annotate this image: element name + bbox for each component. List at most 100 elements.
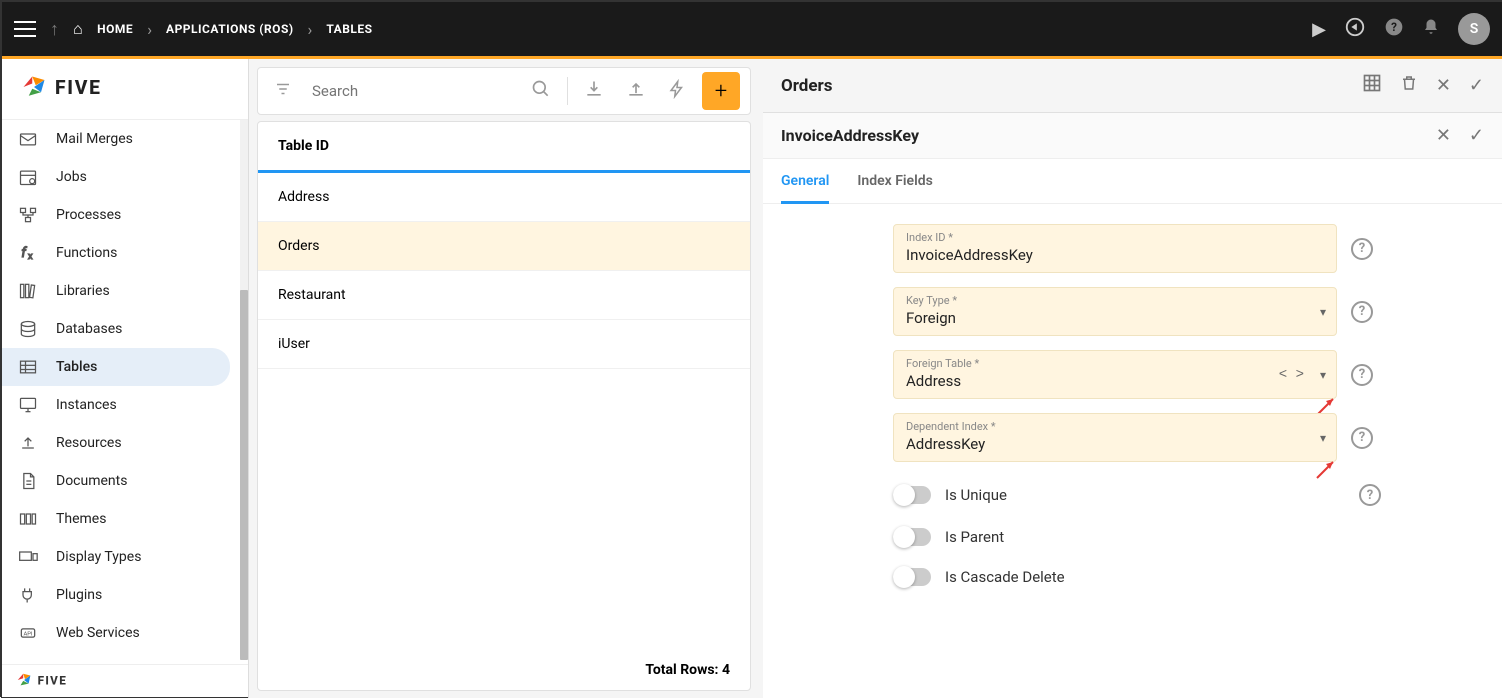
sidebar: FIVE Mail MergesJobsProcessesfxFunctions… xyxy=(2,59,249,698)
search-bar: + xyxy=(257,67,751,115)
sidebar-item-label: Plugins xyxy=(56,587,102,603)
table-row[interactable]: Orders xyxy=(258,222,750,271)
sidebar-item-jobs[interactable]: Jobs xyxy=(2,158,248,196)
field-value: InvoiceAddressKey xyxy=(906,246,1324,264)
filter-icon[interactable] xyxy=(268,80,298,102)
close-icon[interactable]: ✕ xyxy=(1436,125,1451,146)
export-icon[interactable] xyxy=(620,79,652,103)
users-icon xyxy=(14,660,42,664)
breadcrumb-tables[interactable]: TABLES xyxy=(326,22,372,36)
field-key-type-[interactable]: Key Type *Foreign▾ xyxy=(893,287,1337,336)
sidebar-item-label: Themes xyxy=(56,511,106,527)
help-icon[interactable]: ? xyxy=(1359,484,1381,506)
deploy-icon[interactable] xyxy=(1344,16,1366,43)
sub-title: InvoiceAddressKey xyxy=(781,126,919,145)
form-row: Foreign Table *Address< >▾? xyxy=(893,350,1484,399)
sidebar-item-roles[interactable]: Roles xyxy=(2,652,248,664)
table-row[interactable]: Address xyxy=(258,173,750,222)
table-row[interactable]: iUser xyxy=(258,320,750,369)
menu-icon[interactable] xyxy=(14,21,36,37)
toggle-label: Is Cascade Delete xyxy=(945,568,1345,586)
search-input[interactable] xyxy=(308,74,515,108)
five-logo-icon: FIVE xyxy=(20,73,178,101)
sidebar-item-documents[interactable]: Documents xyxy=(2,462,248,500)
check-icon[interactable]: ✓ xyxy=(1469,75,1484,96)
lightning-icon[interactable] xyxy=(662,79,692,103)
db-icon xyxy=(14,318,42,340)
table-row[interactable]: Restaurant xyxy=(258,271,750,320)
scrollbar[interactable] xyxy=(240,120,248,660)
help-icon[interactable]: ? xyxy=(1384,17,1404,42)
sidebar-item-mail-merges[interactable]: Mail Merges xyxy=(2,120,248,158)
toggle-is-unique[interactable] xyxy=(893,486,931,504)
help-icon[interactable]: ? xyxy=(1351,301,1373,323)
breadcrumb-label: APPLICATIONS (ROS) xyxy=(166,22,294,36)
api-icon: API xyxy=(14,622,42,644)
sidebar-item-resources[interactable]: Resources xyxy=(2,424,248,462)
table-footer: Total Rows: 4 xyxy=(258,650,750,690)
avatar[interactable]: S xyxy=(1458,13,1490,45)
breadcrumb-apps[interactable]: APPLICATIONS (ROS) xyxy=(166,22,294,36)
sidebar-item-plugins[interactable]: Plugins xyxy=(2,576,248,614)
svg-text:f: f xyxy=(21,246,27,261)
table-header[interactable]: Table ID xyxy=(258,122,750,173)
sidebar-item-tables[interactable]: Tables xyxy=(2,348,230,386)
toggle-row: Is Unique? xyxy=(893,484,1484,506)
chevron-down-icon[interactable]: ▾ xyxy=(1320,431,1326,445)
detail-title: Orders xyxy=(781,76,833,96)
tab-index-fields[interactable]: Index Fields xyxy=(857,159,932,203)
check-icon[interactable]: ✓ xyxy=(1469,125,1484,146)
toggle-is-cascade-delete[interactable] xyxy=(893,568,931,586)
palette-icon xyxy=(14,508,42,530)
sidebar-item-themes[interactable]: Themes xyxy=(2,500,248,538)
field-value: AddressKey xyxy=(906,435,1324,453)
breadcrumb-label: TABLES xyxy=(326,22,372,36)
import-icon[interactable] xyxy=(578,79,610,103)
scrollbar-thumb[interactable] xyxy=(240,290,248,660)
mail-icon xyxy=(14,128,42,150)
trash-icon[interactable] xyxy=(1400,73,1418,98)
help-icon[interactable]: ? xyxy=(1351,364,1373,386)
play-icon[interactable]: ▶ xyxy=(1312,19,1326,40)
help-icon[interactable]: ? xyxy=(1351,238,1373,260)
list-panel: + Table ID AddressOrdersRestaurantiUser … xyxy=(249,59,759,698)
svg-text:API: API xyxy=(23,632,32,638)
breadcrumb-home[interactable]: ⌂ HOME xyxy=(73,19,133,39)
toggle-is-parent[interactable] xyxy=(893,528,931,546)
svg-text:x: x xyxy=(28,252,33,262)
add-button[interactable]: + xyxy=(702,72,740,110)
toggle-label: Is Parent xyxy=(945,528,1345,546)
grid-icon[interactable] xyxy=(1362,73,1382,98)
code-icon[interactable]: < > xyxy=(1279,367,1304,383)
divider xyxy=(567,77,568,105)
close-icon[interactable]: ✕ xyxy=(1436,75,1451,96)
field-index-id-[interactable]: Index ID *InvoiceAddressKey xyxy=(893,224,1337,273)
chevron-down-icon[interactable]: ▾ xyxy=(1320,305,1326,319)
svg-text:FIVE: FIVE xyxy=(38,674,68,688)
sidebar-item-functions[interactable]: fxFunctions xyxy=(2,234,248,272)
chevron-right-icon: › xyxy=(147,20,152,39)
up-arrow-icon[interactable]: ↑ xyxy=(50,19,59,40)
tab-general[interactable]: General xyxy=(781,159,829,203)
bell-icon[interactable] xyxy=(1422,18,1440,41)
field-foreign-table-[interactable]: Foreign Table *Address< >▾ xyxy=(893,350,1337,399)
sidebar-item-databases[interactable]: Databases xyxy=(2,310,248,348)
toggle-row: Is Parent xyxy=(893,528,1484,546)
chevron-down-icon[interactable]: ▾ xyxy=(1320,368,1326,382)
sidebar-item-label: Display Types xyxy=(56,549,141,565)
sidebar-item-label: Roles xyxy=(56,663,91,664)
sidebar-item-processes[interactable]: Processes xyxy=(2,196,248,234)
five-logo-small-icon: FIVE xyxy=(16,671,142,689)
field-label: Dependent Index * xyxy=(906,420,1324,433)
logo[interactable]: FIVE xyxy=(2,59,248,120)
sidebar-item-libraries[interactable]: Libraries xyxy=(2,272,248,310)
toggle-row: Is Cascade Delete xyxy=(893,568,1484,586)
help-icon[interactable]: ? xyxy=(1351,427,1373,449)
sidebar-item-display-types[interactable]: Display Types xyxy=(2,538,248,576)
sidebar-item-instances[interactable]: Instances xyxy=(2,386,248,424)
field-dependent-index-[interactable]: Dependent Index * AddressKey▾ xyxy=(893,413,1337,462)
search-icon[interactable] xyxy=(525,79,557,103)
main-layout: FIVE Mail MergesJobsProcessesfxFunctions… xyxy=(2,59,1502,698)
tabs: General Index Fields xyxy=(763,159,1502,204)
sidebar-item-web-services[interactable]: APIWeb Services xyxy=(2,614,248,652)
